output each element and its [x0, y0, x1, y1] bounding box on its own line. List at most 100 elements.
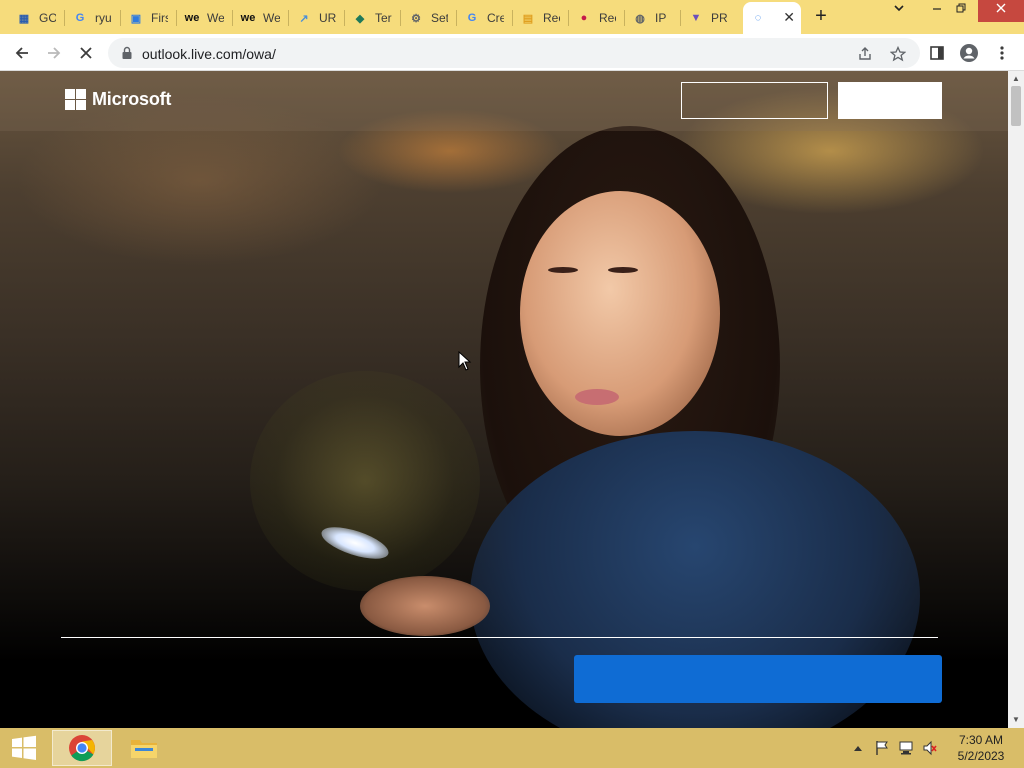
stop-loading-button[interactable]	[74, 41, 98, 65]
browser-tab[interactable]: ▣ Firs	[121, 4, 168, 32]
side-panel-icon	[930, 46, 944, 60]
restore-button[interactable]	[944, 0, 978, 22]
browser-tab[interactable]: ◍ IP	[625, 4, 672, 32]
tab-title: Cre	[487, 11, 504, 25]
tab-title: GO	[39, 11, 56, 25]
lock-icon[interactable]	[121, 46, 133, 60]
minimize-icon	[933, 8, 941, 10]
mouse-pointer-icon	[458, 351, 472, 371]
tab-search-button[interactable]	[882, 0, 916, 22]
share-icon	[859, 47, 871, 60]
tab-active[interactable]: ◌ ✕	[743, 2, 801, 34]
browser-tab[interactable]: ⚙ Set	[401, 4, 448, 32]
tab-title: Ter	[375, 11, 392, 25]
speaker-muted-icon	[923, 740, 937, 756]
tab-title: IP	[655, 11, 667, 25]
raspberry-icon: ●	[580, 12, 588, 24]
start-button[interactable]	[0, 728, 48, 768]
grid-app-icon: ▦	[18, 12, 30, 25]
brand-name: Microsoft	[92, 89, 172, 109]
bookmark-button[interactable]	[889, 45, 907, 63]
close-icon	[80, 47, 92, 59]
chevron-down-icon	[894, 5, 904, 12]
scroll-up-arrow-icon[interactable]: ▲	[1012, 74, 1020, 83]
tab-title: ryu	[95, 11, 112, 25]
gitlab-icon: ▼	[690, 12, 702, 24]
browser-tab[interactable]: we We	[233, 4, 280, 32]
scroll-down-arrow-icon[interactable]: ▼	[1012, 715, 1020, 724]
profile-button[interactable]	[958, 42, 980, 64]
vertical-scrollbar[interactable]: ▲ ▼	[1008, 71, 1024, 728]
app-tile-icon: ▣	[130, 12, 142, 25]
tray-volume[interactable]	[922, 740, 938, 756]
loading-spinner-icon: ◌	[754, 12, 762, 24]
tray-network[interactable]	[898, 740, 914, 756]
clock-date: 5/2/2023	[957, 749, 1005, 763]
forward-button[interactable]	[42, 41, 66, 65]
browser-tab[interactable]: ◆ Ter	[345, 4, 392, 32]
we-logo-icon: we	[240, 12, 256, 24]
taskbar-file-explorer[interactable]	[114, 730, 174, 766]
taskbar-clock[interactable]: 7:30 AM 5/2/2023	[950, 732, 1012, 764]
share-button[interactable]	[856, 45, 874, 63]
network-icon	[899, 741, 913, 755]
tab-title: UR	[319, 11, 336, 25]
arrow-right-icon	[48, 47, 61, 59]
browser-toolbar: outlook.live.com/owa/	[0, 34, 1024, 71]
address-url[interactable]: outlook.live.com/owa/	[142, 46, 276, 62]
back-button[interactable]	[10, 41, 34, 65]
star-icon	[890, 46, 906, 62]
google-icon: G	[467, 12, 477, 24]
chrome-icon	[69, 735, 95, 762]
avatar-icon	[960, 44, 978, 62]
tab-title: We	[207, 11, 224, 25]
browser-tab[interactable]: Gryu	[65, 4, 112, 32]
taskbar-chrome[interactable]	[52, 730, 112, 766]
chart-icon: ▤	[522, 12, 534, 25]
we-logo-icon: we	[184, 12, 200, 24]
browser-tab[interactable]: ▼ PR	[681, 4, 728, 32]
side-panel-button[interactable]	[926, 42, 948, 64]
new-tab-button[interactable]: +	[810, 5, 832, 27]
tab-title: PR	[711, 11, 728, 25]
woman-lips	[575, 389, 619, 405]
flag-icon	[876, 741, 888, 755]
link-chart-icon: ↗	[299, 12, 309, 25]
arrow-left-icon	[15, 47, 28, 59]
close-icon	[996, 3, 1006, 13]
woman-eye	[608, 267, 638, 273]
tab-strip: ▦GOGryu▣FirsweWeweWe↗UR◆Ter⚙SetGCre▤Rec●…	[0, 0, 1024, 34]
site-header: Microsoft	[0, 71, 1008, 131]
file-explorer-icon	[131, 740, 157, 758]
browser-tab[interactable]: ↗ UR	[289, 4, 336, 32]
browser-tab[interactable]: we We	[177, 4, 224, 32]
window-close-button[interactable]	[978, 0, 1024, 22]
tab-close-icon[interactable]: ✕	[783, 9, 795, 26]
scrollbar-thumb[interactable]	[1011, 86, 1021, 126]
browser-tab[interactable]: ▤ Rec	[513, 4, 560, 32]
kebab-menu-icon	[1000, 46, 1004, 60]
woman-eye	[548, 267, 578, 273]
address-bar[interactable]: outlook.live.com/owa/	[108, 38, 920, 68]
tab-title: We	[263, 11, 280, 25]
header-outline-button[interactable]	[681, 82, 828, 119]
header-solid-button[interactable]	[838, 82, 942, 119]
woman-hands	[360, 576, 490, 636]
terraform-icon: ◆	[355, 12, 365, 25]
microsoft-logo[interactable]: Microsoft	[65, 89, 171, 110]
tab-title: Rec	[543, 11, 560, 25]
content-divider	[61, 637, 938, 638]
primary-cta-button[interactable]	[574, 655, 942, 703]
browser-tab[interactable]: G Cre	[457, 4, 504, 32]
google-icon: G	[75, 12, 85, 24]
browser-tab[interactable]: ▦ GO	[9, 4, 56, 32]
globe-icon: ◍	[635, 12, 645, 25]
tray-action-center[interactable]	[874, 740, 890, 756]
browser-menu-button[interactable]	[991, 42, 1013, 64]
tray-overflow-button[interactable]	[850, 740, 866, 756]
page-viewport: Microsoft	[0, 71, 1008, 728]
browser-tab[interactable]: ● Rec	[569, 4, 616, 32]
windows-grid-icon	[65, 89, 86, 110]
taskbar: 7:30 AM 5/2/2023	[0, 728, 1024, 768]
tab-title: Rec	[599, 11, 616, 25]
